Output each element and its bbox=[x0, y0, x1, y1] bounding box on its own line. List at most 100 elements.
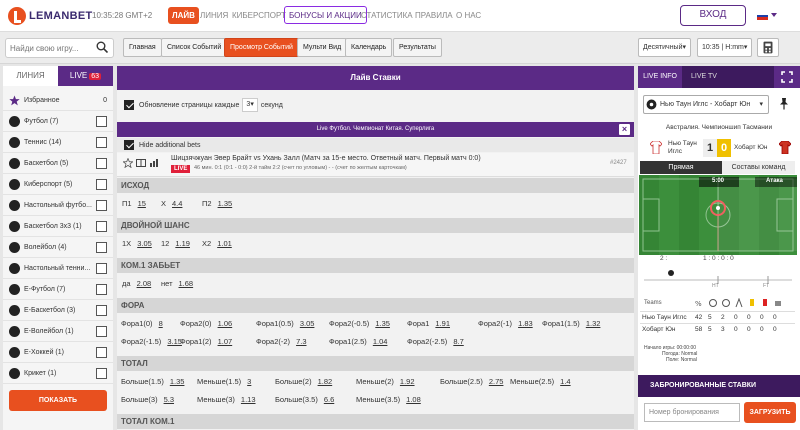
odd-button[interactable]: П2 1.35 bbox=[202, 199, 232, 208]
sidebar-item-checkbox[interactable] bbox=[96, 200, 107, 211]
odd-button[interactable]: Меньше(1.5) 3 bbox=[197, 377, 251, 386]
market-header[interactable]: ТОТАЛ bbox=[117, 356, 634, 371]
odd-button[interactable]: Больше(3) 5.3 bbox=[121, 395, 174, 404]
match-select[interactable]: Нью Таун Иглс - Хобарт Юн ▾ bbox=[643, 95, 769, 114]
odd-button[interactable]: Фора1(1.5) 1.32 bbox=[542, 319, 600, 328]
toolbar-multiview-button[interactable]: Мульти Вид bbox=[297, 38, 348, 57]
odd-button[interactable]: Больше(3.5) 6.6 bbox=[275, 395, 334, 404]
market-header[interactable]: ФОРА bbox=[117, 298, 634, 313]
odd-button[interactable]: Больше(1.5) 1.35 bbox=[121, 377, 184, 386]
nav-esports[interactable]: КИБЕРСПОРТ bbox=[228, 7, 290, 24]
sidebar-tab-live[interactable]: LIVE 63 bbox=[58, 66, 113, 86]
odd-button[interactable]: 12 1.19 bbox=[161, 239, 190, 248]
sidebar-item-checkbox[interactable] bbox=[96, 263, 107, 274]
booking-number-input[interactable]: Номер бронирования bbox=[644, 403, 740, 422]
odd-button[interactable]: Меньше(2.5) 1.4 bbox=[510, 377, 571, 386]
toolbar-view-events-button[interactable]: Просмотр Событий bbox=[224, 38, 299, 57]
sidebar-item-checkbox[interactable] bbox=[96, 347, 107, 358]
sidebar-item-tennis[interactable]: Теннис (14) bbox=[3, 132, 113, 153]
odd-button[interactable]: 1X 3.05 bbox=[122, 239, 152, 248]
sidebar-tab-line[interactable]: ЛИНИЯ bbox=[3, 66, 58, 86]
sidebar-item-table-tennis[interactable]: Настольный тенни... bbox=[3, 258, 113, 279]
odd-button[interactable]: да 2.08 bbox=[122, 279, 151, 288]
odd-button[interactable]: Фора1(0.5) 3.05 bbox=[256, 319, 314, 328]
odd-button[interactable]: Меньше(3.5) 1.08 bbox=[356, 395, 421, 404]
nav-live[interactable]: ЛАЙВ bbox=[168, 7, 199, 24]
odd-button[interactable]: Х 4.4 bbox=[161, 199, 182, 208]
sidebar-item-football[interactable]: Футбол (7) bbox=[3, 111, 113, 132]
sidebar-item-evolleyball[interactable]: Е-Волейбол (1) bbox=[3, 321, 113, 342]
odd-button[interactable]: Фора1(2.5) 1.04 bbox=[329, 337, 387, 346]
load-booking-button[interactable]: ЗАГРУЗИТЬ bbox=[744, 402, 796, 423]
sidebar-item-checkbox[interactable] bbox=[96, 179, 107, 190]
odd-button[interactable]: Фора2(0) 1.06 bbox=[180, 319, 232, 328]
sidebar-item-efootball[interactable]: Е-Футбол (7) bbox=[3, 279, 113, 300]
match-title[interactable]: Шицзячжуан Эвер Брайт vs Ухань Залл (Мат… bbox=[171, 155, 481, 162]
odd-button[interactable]: X2 1.01 bbox=[202, 239, 232, 248]
favorite-star-icon[interactable] bbox=[123, 158, 133, 168]
odd-button[interactable]: Меньше(2) 1.92 bbox=[356, 377, 415, 386]
search-input[interactable] bbox=[6, 39, 91, 57]
nav-line[interactable]: ЛИНИЯ bbox=[196, 7, 232, 24]
sidebar-item-gamepad[interactable]: Киберспорт (5) bbox=[3, 174, 113, 195]
market-header[interactable]: ДВОЙНОЙ ШАНС bbox=[117, 218, 634, 233]
toolbar-events-list-button[interactable]: Список Событий bbox=[161, 38, 228, 57]
odd-button[interactable]: Фора1(2) 1.07 bbox=[180, 337, 232, 346]
odd-button[interactable]: Фора2(-1.5) 3.15 bbox=[121, 337, 182, 346]
market-header[interactable]: ИСХОД bbox=[117, 178, 634, 193]
sidebar-item-volleyball[interactable]: Волейбол (4) bbox=[3, 237, 113, 258]
sidebar-item-checkbox[interactable] bbox=[96, 368, 107, 379]
sidebar-item-checkbox[interactable] bbox=[96, 242, 107, 253]
market-header[interactable]: КОМ.1 ЗАБЬЕТ bbox=[117, 258, 634, 273]
sidebar-item-basketball-3x3[interactable]: Баскетбол 3х3 (1) bbox=[3, 216, 113, 237]
sidebar-item-checkbox[interactable] bbox=[96, 158, 107, 169]
odd-button[interactable]: Фора2(-2) 7.3 bbox=[256, 337, 307, 346]
nav-statistics[interactable]: СТАТИСТИКА bbox=[357, 7, 417, 24]
hide-bets-checkbox[interactable] bbox=[124, 140, 134, 150]
stats-icon[interactable] bbox=[149, 159, 159, 167]
sidebar-item-checkbox[interactable] bbox=[96, 221, 107, 232]
odd-button[interactable]: Меньше(3) 1.13 bbox=[197, 395, 256, 404]
sidebar-item-checkbox[interactable] bbox=[96, 305, 107, 316]
tab-live-tv[interactable]: LIVE TV bbox=[682, 66, 726, 88]
calculator-icon[interactable] bbox=[757, 38, 779, 57]
search-icon[interactable] bbox=[96, 41, 108, 53]
refresh-checkbox[interactable] bbox=[124, 100, 134, 110]
sidebar-item-checkbox[interactable] bbox=[96, 116, 107, 127]
sidebar-item-ehockey[interactable]: Е-Хоккей (1) bbox=[3, 342, 113, 363]
show-button[interactable]: ПОКАЗАТЬ bbox=[9, 390, 107, 411]
chevron-down-icon[interactable] bbox=[771, 13, 777, 17]
sidebar-item-checkbox[interactable] bbox=[96, 137, 107, 148]
sidebar-item-checkbox[interactable] bbox=[96, 326, 107, 337]
expand-icon[interactable] bbox=[774, 66, 800, 88]
nav-bonuses[interactable]: БОНУСЫ И АКЦИИ bbox=[284, 6, 367, 24]
sidebar-item-table-football[interactable]: Настольный футбо... bbox=[3, 195, 113, 216]
nav-about[interactable]: О НАС bbox=[452, 7, 485, 24]
nav-rules[interactable]: ПРАВИЛА bbox=[411, 7, 457, 24]
odd-button[interactable]: Фора2(-2.5) 8.7 bbox=[407, 337, 464, 346]
lemanbet-logo[interactable]: LEMANBET bbox=[8, 7, 93, 25]
sidebar-item-basketball[interactable]: Баскетбол (5) bbox=[3, 153, 113, 174]
market-header[interactable]: ТОТАЛ КОМ.1 bbox=[117, 414, 634, 429]
tab-live-tracker[interactable]: Прямая bbox=[640, 161, 722, 174]
pin-icon[interactable] bbox=[779, 98, 789, 110]
odd-button[interactable]: Фора2(-0.5) 1.35 bbox=[329, 319, 390, 328]
odd-button[interactable]: Больше(2.5) 2.75 bbox=[440, 377, 503, 386]
odd-button[interactable]: Фора1 1.91 bbox=[407, 319, 450, 328]
refresh-seconds-select[interactable]: 3▾ bbox=[242, 98, 258, 112]
toolbar-home-button[interactable]: Главная bbox=[123, 38, 162, 57]
odd-button[interactable]: Фора2(-1) 1.83 bbox=[478, 319, 533, 328]
odds-format-select[interactable]: Десятичный▾ bbox=[638, 38, 691, 57]
scoreboard-icon[interactable] bbox=[136, 159, 146, 167]
login-button[interactable]: ВХОД bbox=[680, 5, 746, 26]
sidebar-item-ebasketball[interactable]: Е-Баскетбол (3) bbox=[3, 300, 113, 321]
russia-flag-icon[interactable] bbox=[757, 12, 768, 20]
sidebar-item-cricket[interactable]: Крикет (1) bbox=[3, 363, 113, 384]
close-icon[interactable]: × bbox=[619, 124, 630, 135]
odd-button[interactable]: Больше(2) 1.82 bbox=[275, 377, 332, 386]
sidebar-item-favorites[interactable]: Избранное 0 bbox=[3, 90, 113, 111]
tab-lineups[interactable]: Составы команд bbox=[722, 161, 795, 174]
time-format-select[interactable]: 10:35 | H:mm▾ bbox=[697, 38, 752, 57]
sidebar-item-checkbox[interactable] bbox=[96, 284, 107, 295]
tab-live-info[interactable]: LIVE INFO bbox=[638, 66, 682, 88]
